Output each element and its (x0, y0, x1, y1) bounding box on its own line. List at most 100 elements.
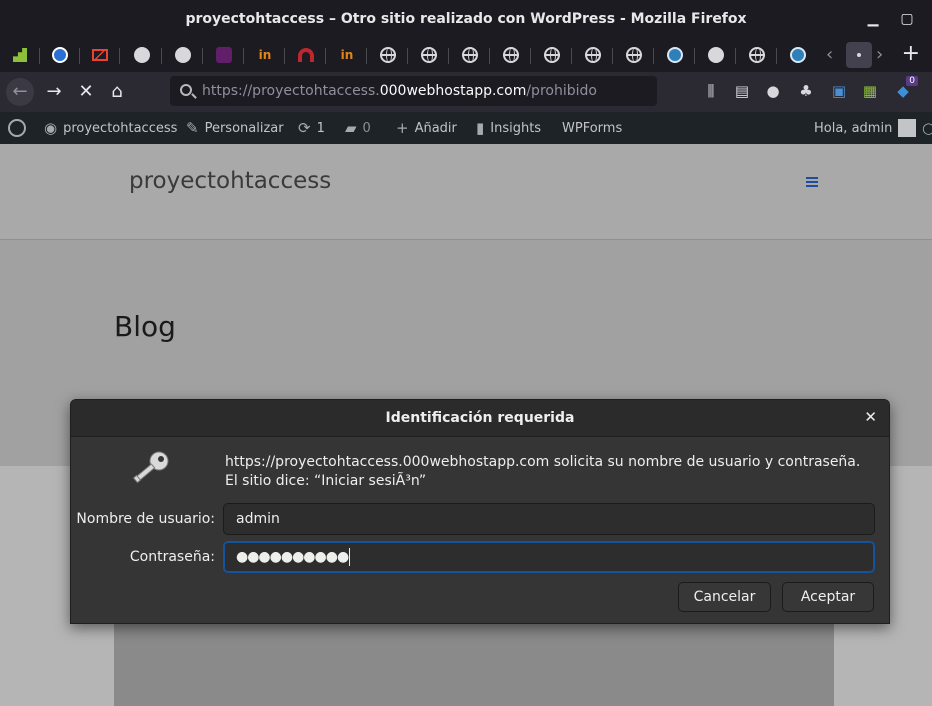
accept-button[interactable]: Aceptar (782, 582, 874, 612)
gmail-icon (92, 49, 108, 61)
tab-wordpress-2[interactable] (778, 42, 818, 68)
tab-globe-3[interactable] (450, 42, 490, 68)
extension-green-icon[interactable]: ▦ (859, 82, 881, 100)
back-icon[interactable]: ← (6, 78, 34, 106)
wordpress-icon (790, 47, 806, 63)
tab-in-2[interactable]: in (327, 42, 367, 68)
github-icon (175, 47, 191, 63)
customize-menu[interactable]: ✎ Personalizar (186, 112, 284, 144)
tab-scroll-left-icon[interactable]: ‹ (826, 44, 833, 65)
tab-speedtest[interactable] (40, 42, 80, 68)
stop-icon[interactable]: ✕ (72, 78, 100, 106)
cancel-button[interactable]: Cancelar (678, 582, 771, 612)
password-label: Contraseña: (129, 549, 215, 565)
globe-icon (544, 47, 560, 63)
add-new-menu[interactable]: + Añadir (396, 112, 457, 144)
wp-admin-bar: ◉ proyectohtaccess ✎ Personalizar ⟳ 1 ▰ … (0, 112, 932, 144)
url-prefix: https://proyectohtaccess. (202, 83, 380, 99)
gauge-icon (52, 47, 68, 63)
password-value: ●●●●●●●●●● (236, 549, 349, 565)
minimize-icon[interactable]: ▁ (864, 10, 882, 28)
tab-globe-8[interactable] (737, 42, 777, 68)
globe-icon (626, 47, 642, 63)
avatar (898, 119, 917, 137)
github-icon (708, 47, 724, 63)
new-tab-icon[interactable]: + (902, 41, 920, 66)
search-icon: ○ (922, 119, 932, 137)
bar-chart-icon: ▮ (476, 119, 485, 137)
site-name-menu[interactable]: ◉ proyectohtaccess (44, 112, 177, 144)
globe-icon (585, 47, 601, 63)
password-field[interactable]: ●●●●●●●●●● (223, 541, 875, 573)
tab-github-1[interactable] (122, 42, 162, 68)
dialog-header: Identificación requerida ✕ (71, 400, 889, 437)
dashboard-icon: ◉ (44, 119, 58, 137)
updates-icon: ⟳ (298, 119, 311, 137)
tab-globe-4[interactable] (491, 42, 531, 68)
search-icon (180, 84, 192, 96)
tab-current[interactable] (846, 42, 872, 68)
in-logo-icon: in (258, 48, 272, 62)
firefox-window: proyectohtaccess – Otro sitio realizado … (0, 0, 932, 706)
tab-globe-5[interactable] (532, 42, 572, 68)
text-caret (349, 548, 351, 566)
site-name-label: proyectohtaccess (63, 120, 178, 136)
tab-wordpress-1[interactable] (655, 42, 695, 68)
globe-icon (462, 47, 478, 63)
in-logo-icon: in (340, 48, 354, 62)
github-icon (134, 47, 150, 63)
close-icon[interactable]: ✕ (864, 408, 877, 426)
auth-dialog: Identificación requerida ✕ https://proye… (70, 399, 890, 624)
tab-github-2[interactable] (163, 42, 203, 68)
search-menu[interactable]: ○ (922, 112, 932, 144)
bar-chart-icon (13, 48, 27, 62)
home-icon[interactable]: ⌂ (103, 78, 131, 106)
extension-foot-icon[interactable]: ♣ (795, 82, 817, 100)
wpforms-menu[interactable]: WPForms (562, 112, 622, 144)
translate-icon[interactable]: ▣ (828, 82, 850, 100)
plus-icon: + (396, 119, 409, 137)
tab-in-1[interactable]: in (245, 42, 285, 68)
tab-globe-1[interactable] (368, 42, 408, 68)
tab-gmail[interactable] (80, 42, 120, 68)
comments-menu[interactable]: ▰ 0 (345, 112, 371, 144)
hamburger-menu-icon[interactable] (806, 177, 818, 187)
updates-count: 1 (316, 120, 325, 136)
insights-menu[interactable]: ▮ Insights (476, 112, 541, 144)
sidebar-icon[interactable]: ▤ (731, 82, 753, 100)
library-icon[interactable]: ⫼ (700, 82, 722, 100)
url-path: /prohibido (526, 83, 597, 99)
tab-magnet[interactable] (286, 42, 326, 68)
account-icon[interactable]: ● (762, 82, 784, 100)
tab-globe-6[interactable] (573, 42, 613, 68)
magnet-icon (298, 48, 314, 62)
url-host: 000webhostapp.com (379, 83, 527, 99)
globe-icon (421, 47, 437, 63)
tab-globe-2[interactable] (409, 42, 449, 68)
site-title[interactable]: proyectohtaccess (129, 168, 331, 194)
key-icon (132, 451, 169, 484)
comment-icon: ▰ (345, 119, 357, 137)
username-value: admin (236, 511, 280, 527)
tab-scroll-right-icon[interactable]: › (876, 44, 883, 65)
my-account-menu[interactable]: Hola, admin (814, 112, 917, 144)
wp-logo-menu[interactable] (8, 112, 26, 144)
window-title: proyectohtaccess – Otro sitio realizado … (185, 11, 747, 27)
url-bar[interactable]: https://proyectohtaccess. 000webhostapp.c… (170, 76, 657, 106)
customize-label: Personalizar (204, 120, 284, 136)
tab-slack[interactable] (204, 42, 244, 68)
brush-icon: ✎ (186, 119, 199, 137)
globe-icon (380, 47, 396, 63)
greeting-label: Hola, admin (814, 120, 893, 136)
tab-strip: in in ‹ › + (0, 38, 932, 72)
maximize-icon[interactable]: ▢ (898, 10, 916, 28)
tab-chart-app[interactable] (0, 42, 40, 68)
add-new-label: Añadir (414, 120, 457, 136)
forward-icon[interactable]: → (40, 78, 68, 106)
updates-menu[interactable]: ⟳ 1 (298, 112, 325, 144)
tab-globe-7[interactable] (614, 42, 654, 68)
tab-github-3[interactable] (696, 42, 736, 68)
wpforms-label: WPForms (562, 120, 623, 136)
username-field[interactable]: admin (223, 503, 875, 535)
username-label: Nombre de usuario: (76, 511, 215, 527)
